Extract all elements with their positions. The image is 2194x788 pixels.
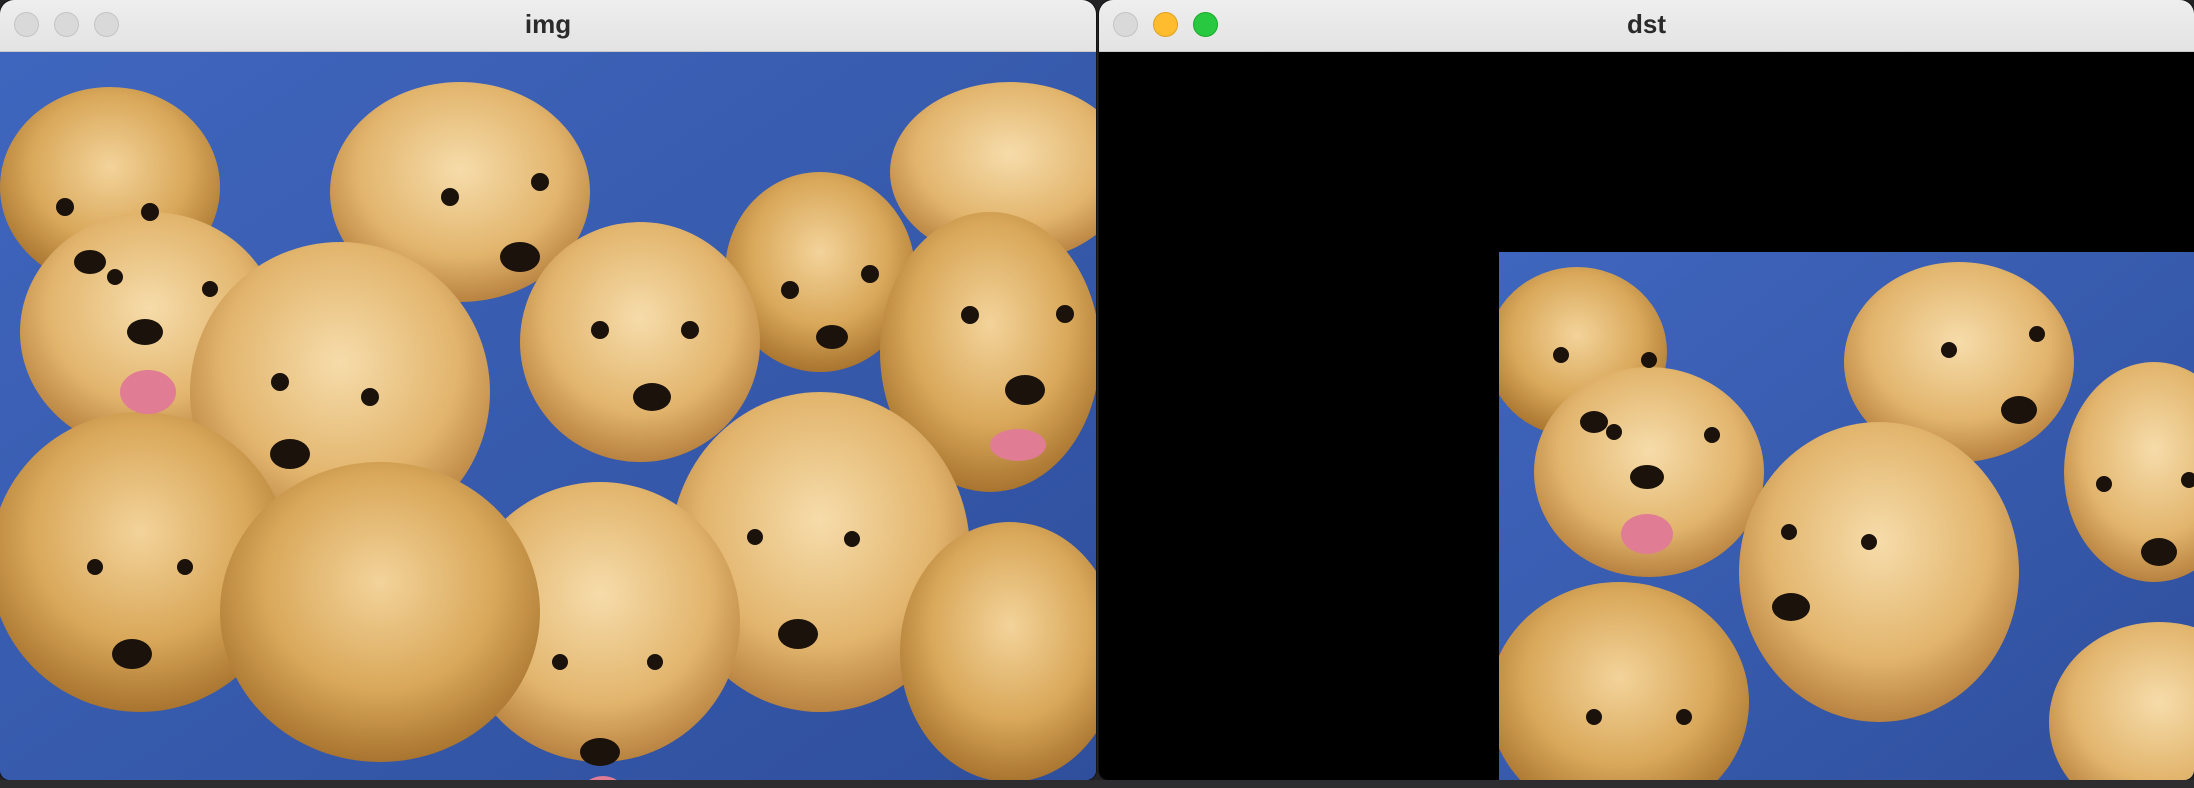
window-title: dst [1627,9,1666,39]
window-img[interactable]: img [0,0,1096,780]
puppies-photo [0,52,1096,780]
puppies-photo-shifted [1499,252,2194,780]
desktop: img dst [0,0,2194,788]
image-canvas[interactable] [1099,52,2194,780]
desktop-taskbar-strip [0,780,2194,788]
image-canvas[interactable] [0,52,1096,780]
titlebar[interactable]: img [0,0,1096,52]
window-title: img [524,9,572,39]
window-dst[interactable]: dst [1099,0,2194,780]
titlebar[interactable]: dst [1099,0,2194,52]
